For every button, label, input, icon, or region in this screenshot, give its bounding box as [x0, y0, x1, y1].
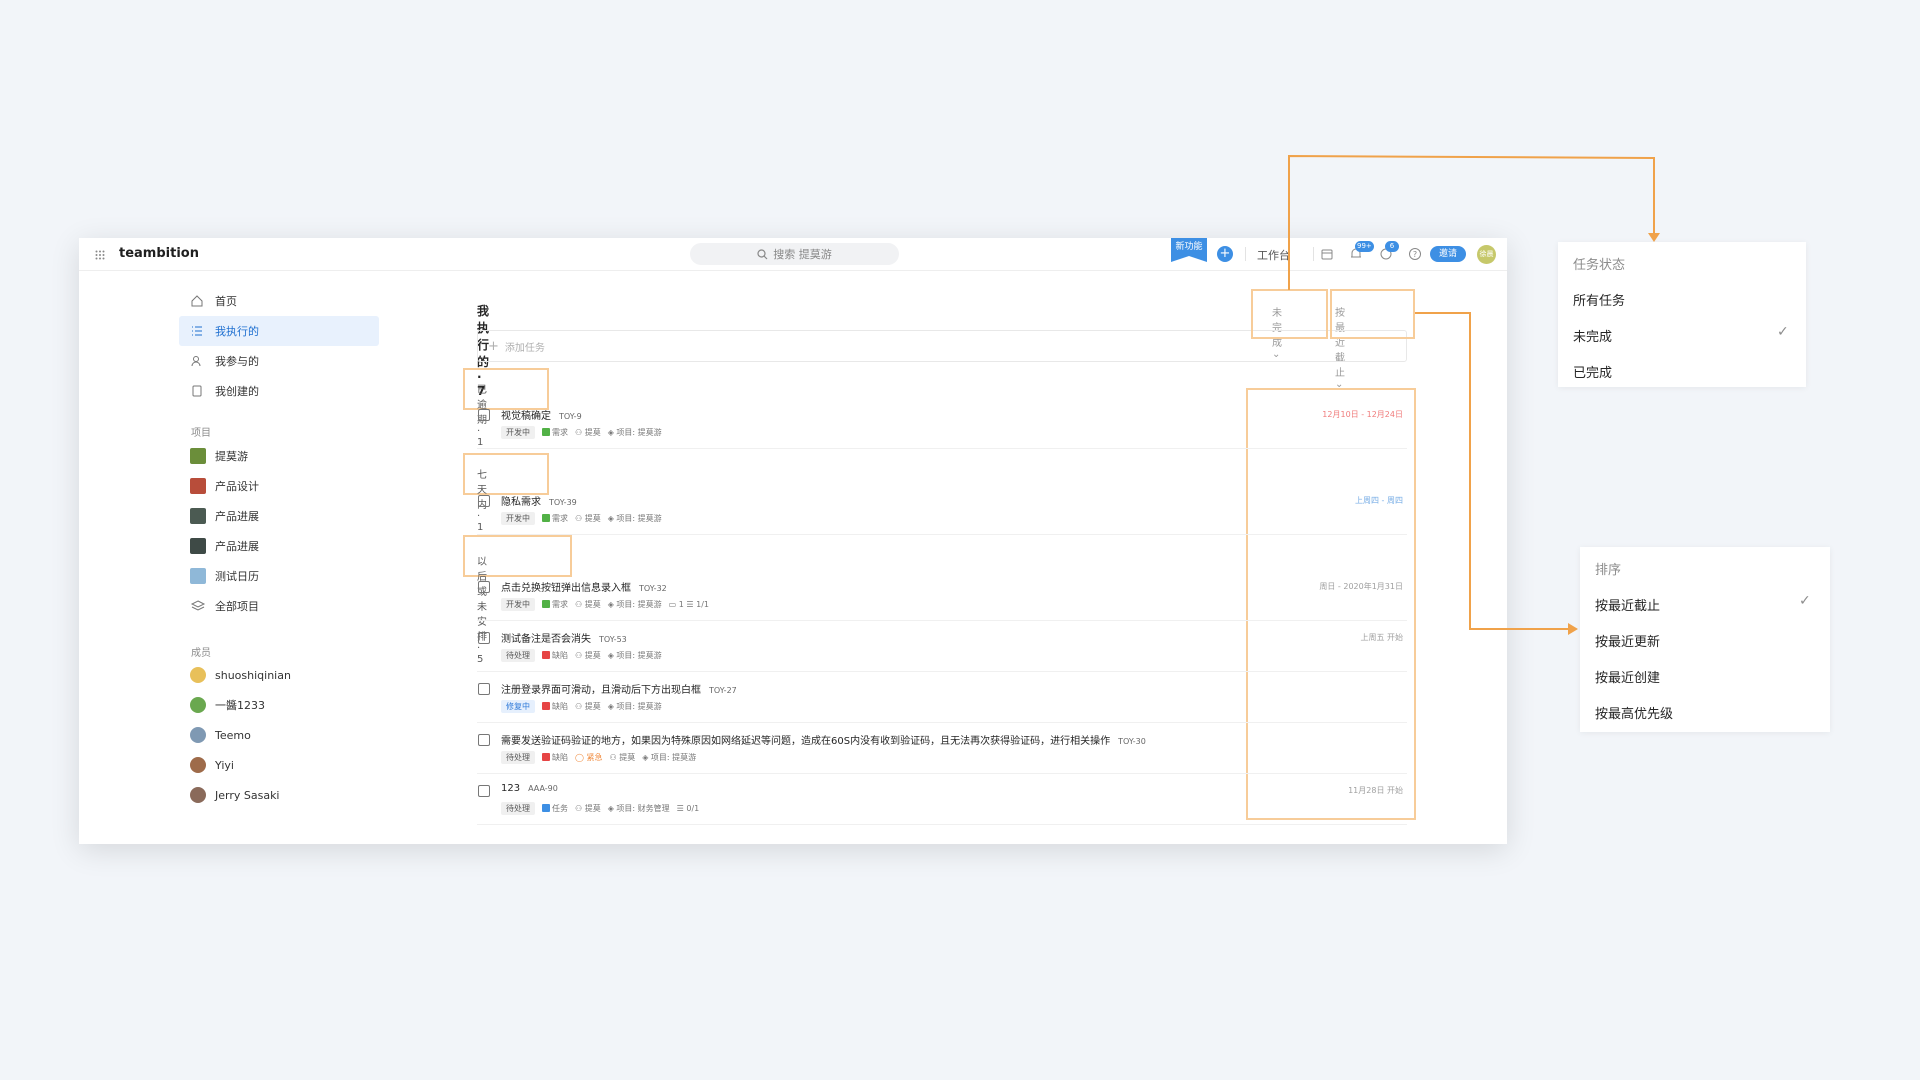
sort-option-due[interactable]: 按最近截止 — [1595, 595, 1660, 614]
checkmark-icon: ✓ — [1777, 324, 1789, 340]
status-option-incomplete[interactable]: 未完成 — [1573, 326, 1612, 345]
status-menu-heading: 任务状态 — [1573, 258, 1626, 273]
sort-option-created[interactable]: 按最近创建 — [1595, 667, 1660, 686]
status-filter-menu: 任务状态 所有任务 未完成 ✓ 已完成 — [1558, 242, 1806, 387]
annotation-connectors — [1288, 154, 1660, 635]
sort-menu-heading: 排序 — [1595, 563, 1622, 578]
status-option-complete[interactable]: 已完成 — [1573, 362, 1612, 381]
status-option-all[interactable]: 所有任务 — [1573, 290, 1625, 309]
sort-option-priority[interactable]: 按最高优先级 — [1595, 703, 1673, 722]
arrow-head-icon — [1648, 233, 1660, 242]
checkmark-icon: ✓ — [1799, 593, 1811, 609]
sort-option-updated[interactable]: 按最近更新 — [1595, 631, 1660, 650]
connector-line-sort — [1415, 312, 1570, 630]
arrow-head-icon — [1568, 623, 1578, 635]
sort-menu: 排序 按最近截止 ✓ 按最近更新 按最近创建 按最高优先级 — [1580, 547, 1830, 732]
